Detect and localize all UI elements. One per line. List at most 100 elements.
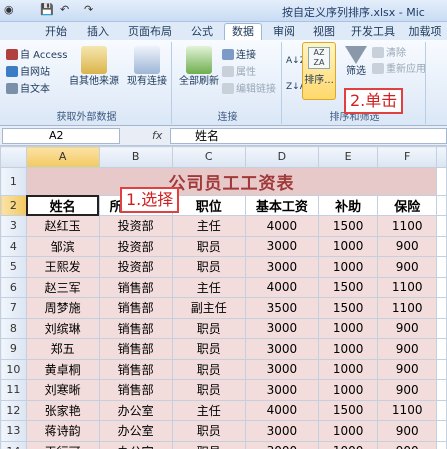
data-cell[interactable]: 1100	[377, 399, 438, 421]
sort-button[interactable]: AZ ZA 排序...	[302, 42, 336, 100]
office-logo-icon[interactable]: ◉	[4, 3, 14, 19]
from-web-button[interactable]: 自网站	[6, 65, 50, 80]
data-cell[interactable]: 3000	[244, 256, 320, 278]
tab-insert[interactable]: 插入	[80, 24, 116, 40]
data-cell[interactable]: 销售部	[98, 276, 173, 298]
row-header[interactable]: 13	[0, 420, 27, 442]
data-cell[interactable]: 1000	[318, 358, 379, 380]
tab-review[interactable]: 审阅	[266, 24, 302, 40]
data-cell[interactable]: 赵红玉	[25, 215, 100, 237]
data-cell[interactable]: 1100	[377, 276, 438, 298]
data-cell[interactable]: 1500	[318, 399, 379, 421]
row-header[interactable]: 7	[0, 297, 27, 319]
data-cell[interactable]: 900	[377, 317, 438, 339]
col-header-c[interactable]: C	[171, 146, 246, 168]
connections-button[interactable]: 连接	[222, 48, 256, 63]
formula-input[interactable]: 姓名	[170, 128, 447, 144]
data-cell[interactable]: 3000	[244, 440, 320, 449]
cell[interactable]	[436, 215, 447, 237]
data-cell[interactable]: 职员	[171, 358, 246, 380]
row-header[interactable]: 8	[0, 317, 27, 339]
row-header[interactable]: 11	[0, 379, 27, 401]
data-cell[interactable]: 1000	[318, 420, 379, 442]
data-cell[interactable]: 刘寒晰	[25, 379, 100, 401]
tab-formulas[interactable]: 公式	[184, 24, 220, 40]
data-cell[interactable]: 900	[377, 379, 438, 401]
data-cell[interactable]: 主任	[171, 276, 246, 298]
data-cell[interactable]: 4000	[244, 215, 320, 237]
cell[interactable]	[436, 358, 447, 380]
data-cell[interactable]: 4000	[244, 399, 320, 421]
data-cell[interactable]: 4000	[244, 276, 320, 298]
data-cell[interactable]: 主任	[171, 399, 246, 421]
data-cell[interactable]: 1500	[318, 276, 379, 298]
cell[interactable]	[436, 399, 447, 421]
data-cell[interactable]: 销售部	[98, 358, 173, 380]
data-cell[interactable]: 3000	[244, 317, 320, 339]
tab-developer[interactable]: 开发工具	[346, 24, 400, 40]
data-cell[interactable]: 3500	[244, 297, 320, 319]
data-cell[interactable]: 郑五	[25, 338, 100, 360]
data-cell[interactable]: 王熙发	[25, 256, 100, 278]
from-access-button[interactable]: 自 Access	[6, 48, 67, 63]
data-cell[interactable]: 1100	[377, 215, 438, 237]
data-cell[interactable]: 蒋诗韵	[25, 420, 100, 442]
data-cell[interactable]: 1000	[318, 338, 379, 360]
data-cell[interactable]: 3000	[244, 420, 320, 442]
fx-icon[interactable]: fx	[152, 129, 162, 142]
data-cell[interactable]: 3000	[244, 235, 320, 257]
data-cell[interactable]: 投资部	[98, 215, 173, 237]
data-cell[interactable]: 张家艳	[25, 399, 100, 421]
row-header[interactable]: 9	[0, 338, 27, 360]
col-header-g[interactable]	[436, 146, 447, 168]
data-cell[interactable]: 3000	[244, 379, 320, 401]
cell[interactable]	[436, 440, 447, 449]
header-cell-allowance[interactable]: 补助	[318, 194, 379, 216]
cell[interactable]	[436, 194, 447, 216]
data-cell[interactable]: 投资部	[98, 256, 173, 278]
row-header[interactable]: 4	[0, 235, 27, 257]
data-cell[interactable]: 周梦施	[25, 297, 100, 319]
cell[interactable]	[436, 338, 447, 360]
data-cell[interactable]: 1000	[318, 379, 379, 401]
col-header-b[interactable]: B	[98, 146, 173, 168]
data-cell[interactable]: 销售部	[98, 379, 173, 401]
data-cell[interactable]: 赵三军	[25, 276, 100, 298]
data-cell[interactable]: 1100	[377, 297, 438, 319]
data-cell[interactable]: 王行可	[25, 440, 100, 449]
existing-connections-button[interactable]: 现有连接	[124, 46, 170, 88]
cell[interactable]	[436, 317, 447, 339]
data-cell[interactable]: 主任	[171, 215, 246, 237]
undo-icon[interactable]: ↶	[60, 3, 69, 19]
row-header[interactable]: 3	[0, 215, 27, 237]
row-header[interactable]: 12	[0, 399, 27, 421]
tab-data[interactable]: 数据	[224, 23, 262, 41]
data-cell[interactable]: 销售部	[98, 317, 173, 339]
data-cell[interactable]: 邹滨	[25, 235, 100, 257]
data-cell[interactable]: 职员	[171, 317, 246, 339]
data-cell[interactable]: 1000	[318, 235, 379, 257]
cell[interactable]	[436, 256, 447, 278]
data-cell[interactable]: 刘缤琳	[25, 317, 100, 339]
col-header-d[interactable]: D	[244, 146, 320, 168]
data-cell[interactable]: 职员	[171, 420, 246, 442]
col-header-f[interactable]: F	[377, 146, 438, 168]
row-header[interactable]: 14	[0, 440, 27, 449]
data-cell[interactable]: 投资部	[98, 235, 173, 257]
data-cell[interactable]: 职员	[171, 338, 246, 360]
data-cell[interactable]: 3000	[244, 338, 320, 360]
data-cell[interactable]: 黄卓桐	[25, 358, 100, 380]
header-cell-name[interactable]: 姓名	[25, 194, 100, 216]
data-cell[interactable]: 办公室	[98, 399, 173, 421]
data-cell[interactable]: 销售部	[98, 338, 173, 360]
data-cell[interactable]: 职员	[171, 440, 246, 449]
row-header-1[interactable]: 1	[0, 166, 27, 196]
data-cell[interactable]: 1500	[318, 215, 379, 237]
cell[interactable]	[436, 166, 447, 196]
cell[interactable]	[436, 379, 447, 401]
data-cell[interactable]: 销售部	[98, 297, 173, 319]
select-all-corner[interactable]	[0, 146, 27, 168]
data-cell[interactable]: 副主任	[171, 297, 246, 319]
reapply-button[interactable]: 重新应用	[372, 62, 426, 77]
tab-view[interactable]: 视图	[306, 24, 342, 40]
